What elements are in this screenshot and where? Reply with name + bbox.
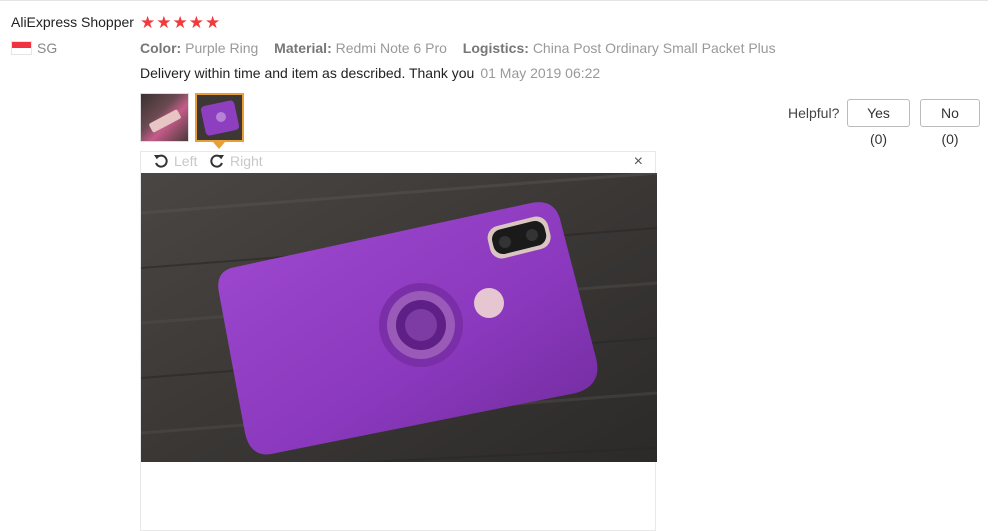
star-icon: ★ [140,13,156,32]
review-date: 01 May 2019 06:22 [480,65,601,81]
helpful-yes-button[interactable]: Yes (0) [847,99,910,147]
rotate-left-button[interactable]: Left [153,153,197,169]
helpful-label: Helpful? [788,105,840,121]
review-text-row: Delivery within time and item as describ… [140,65,600,81]
attribute-logistics: Logistics: China Post Ordinary Small Pac… [462,40,776,56]
rotate-right-icon [210,154,224,168]
rotate-right-button[interactable]: Right [209,153,263,169]
country-code: SG [37,40,58,56]
attribute-material: Material: Redmi Note 6 Pro [274,40,447,56]
close-icon[interactable]: × [634,153,643,171]
star-icon: ★ [188,13,204,32]
review-text: Delivery within time and item as describ… [140,65,475,81]
attribute-color: Color: Purple Ring [140,40,259,56]
image-viewer: Left Right × [140,151,657,531]
active-thumbnail-caret [213,142,225,149]
review-photo [141,173,657,462]
viewer-toolbar: Left Right × [141,152,655,173]
helpful-no-button[interactable]: No (0) [920,99,980,147]
rating-stars: ★ ★ ★ ★ ★ [140,13,220,33]
review-thumbnails [140,93,244,142]
star-icon: ★ [156,13,172,32]
sg-flag-icon [11,41,32,55]
rotate-left-icon [154,154,168,168]
product-attributes: Color: Purple Ring Material: Redmi Note … [140,40,788,56]
star-icon: ★ [172,13,188,32]
star-icon: ★ [205,13,221,32]
reviewer-name: AliExpress Shopper [11,14,134,30]
divider [0,0,988,1]
review-thumbnail[interactable] [140,93,189,142]
review-thumbnail-active[interactable] [195,93,244,142]
reviewer-country: SG [11,40,57,56]
